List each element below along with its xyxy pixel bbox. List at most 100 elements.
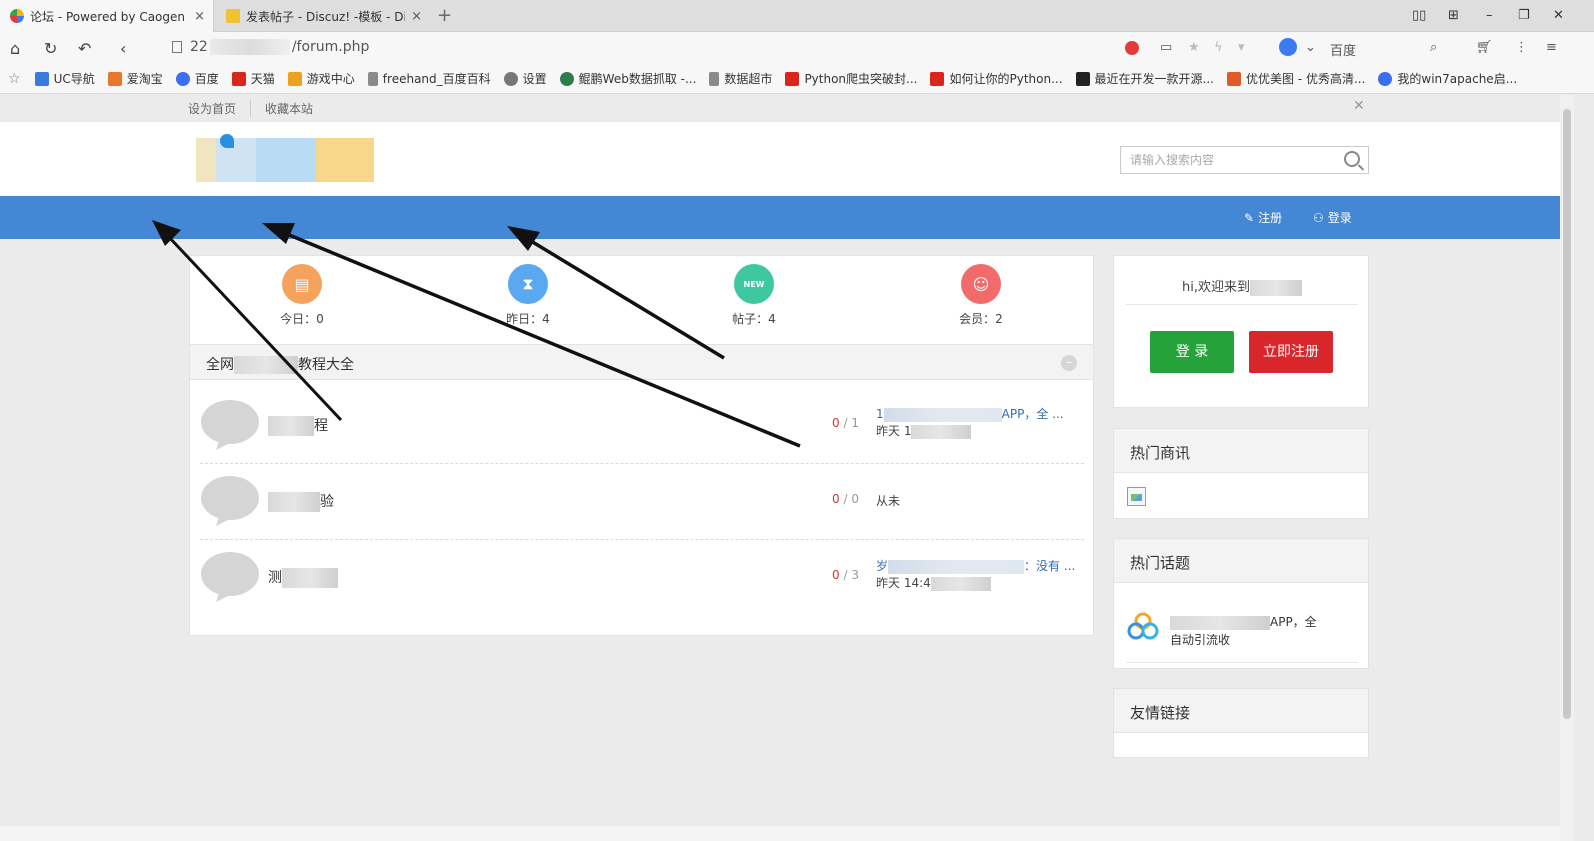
tab-title: 论坛 - Powered by Caogen <box>30 9 186 24</box>
minimize-icon[interactable]: – <box>1486 8 1493 23</box>
bookmark-item[interactable]: 百度 <box>175 70 219 87</box>
new-tab-button[interactable]: + <box>437 5 452 26</box>
star-icon[interactable]: ★ <box>1188 40 1200 55</box>
forum-name[interactable]: 程 <box>268 415 328 436</box>
window-sidebar-icon[interactable]: ▯▯ <box>1412 8 1426 23</box>
bookmark-item[interactable]: 优优美图 - 优秀高清... <box>1226 70 1365 87</box>
back-icon[interactable]: ‹ <box>120 39 126 58</box>
bookmark-item[interactable]: 我的win7apache启... <box>1378 70 1517 87</box>
register-button[interactable]: 立即注册 <box>1249 331 1333 373</box>
bookmark-item[interactable]: freehand_百度百科 <box>367 70 491 87</box>
last-post-link[interactable]: 1 APP，全 ... <box>876 406 1076 423</box>
top-links-bar: 设为首页 收藏本站 ✕ <box>0 95 1560 122</box>
login-link[interactable]: ⚇ 登录 <box>1313 209 1352 226</box>
kunpeng-icon <box>559 71 574 86</box>
refresh-icon[interactable]: ↻ <box>44 39 57 58</box>
login-button[interactable]: 登 录 <box>1150 331 1234 373</box>
gear-icon <box>503 71 518 86</box>
search-engine-label[interactable]: 百度 <box>1330 40 1356 59</box>
forum-row[interactable]: 测 0 / 3 岁：没有 ... 昨天 14:4 <box>200 540 1084 616</box>
chevron-down-icon[interactable]: ⌄ <box>1305 40 1316 55</box>
redacted-text <box>282 568 338 588</box>
tab-forum[interactable]: 论坛 - Powered by Caogen × <box>0 0 214 32</box>
stat-yesterday: ⧗ 昨日：4 <box>468 264 588 327</box>
bookmark-item[interactable]: 天猫 <box>231 70 275 87</box>
taobao-icon <box>107 71 122 86</box>
last-post-link[interactable]: 岁：没有 ... <box>876 558 1076 575</box>
collapse-icon[interactable]: – <box>1061 355 1077 371</box>
close-icon[interactable]: × <box>411 9 422 24</box>
undo-icon[interactable]: ↶ <box>78 39 91 58</box>
bookmark-item[interactable]: 如何让你的Python... <box>930 70 1063 87</box>
baidu-icon <box>1378 71 1393 86</box>
fullscreen-icon[interactable]: ✕ <box>1353 98 1365 114</box>
forum-count: 0 / 0 <box>832 492 859 506</box>
login-panel: hi,欢迎来到 登 录 立即注册 <box>1113 255 1369 408</box>
forum-favicon-icon <box>10 9 24 23</box>
more-icon[interactable]: ⋮ <box>1515 40 1528 55</box>
welcome-text: hi,欢迎来到 <box>1114 276 1370 296</box>
bookmark-item[interactable]: 设置 <box>503 70 547 87</box>
adblock-icon[interactable] <box>1125 41 1139 59</box>
site-header <box>0 122 1560 196</box>
hot-topic-item[interactable]: APP，全 自动引流收 <box>1126 603 1358 663</box>
forum-name[interactable]: 测 <box>268 567 338 588</box>
forum-section-header[interactable]: 全网 教程大全 – <box>190 344 1093 380</box>
register-link[interactable]: ✎ 注册 <box>1244 209 1282 226</box>
chat-bubble-icon <box>201 476 259 526</box>
bookmark-item[interactable]: 鲲鹏Web数据抓取 -... <box>559 70 696 87</box>
main-nav-bar: ✎ 注册 ⚇ 登录 <box>0 196 1560 239</box>
site-logo[interactable] <box>196 134 376 186</box>
bookmark-item[interactable]: 最近在开发一款开源... <box>1075 70 1214 87</box>
bookmark-star-icon[interactable]: ☆ <box>8 71 21 87</box>
cart-icon[interactable]: 🛒︎ <box>1476 40 1493 55</box>
bookmark-item[interactable]: Python爬虫突破封... <box>785 70 917 87</box>
forum-row[interactable]: 程 0 / 1 1 APP，全 ... 昨天 1 <box>200 388 1084 464</box>
friend-links-panel: 友情链接 <box>1113 688 1369 758</box>
hourglass-icon: ⧗ <box>508 264 548 304</box>
search-input[interactable] <box>1121 147 1331 173</box>
broken-image-icon[interactable] <box>1127 487 1146 506</box>
last-post-time: 昨天 1 <box>876 424 912 438</box>
redacted-text <box>1249 279 1302 296</box>
close-icon[interactable]: × <box>194 9 205 24</box>
uc-icon <box>34 71 49 86</box>
restore-icon[interactable]: ❐ <box>1518 8 1530 23</box>
dropdown-icon[interactable]: ▾ <box>1238 40 1245 55</box>
home-icon[interactable]: ⌂ <box>10 39 20 58</box>
bookmark-site-link[interactable]: 收藏本站 <box>251 100 327 117</box>
calendar-new-icon: NEW <box>734 264 774 304</box>
section-title: 全网 教程大全 <box>206 356 354 374</box>
shirt-skin-icon[interactable]: ⊞ <box>1448 8 1459 23</box>
scrollbar[interactable] <box>1560 95 1574 841</box>
forum-last-post: 1 APP，全 ... 昨天 1 <box>876 406 1076 440</box>
close-window-icon[interactable]: ✕ <box>1553 8 1564 23</box>
lightning-icon[interactable]: ϟ <box>1214 40 1223 55</box>
forum-row[interactable]: 验 0 / 0 从未 <box>200 464 1084 540</box>
bookmark-item[interactable]: 游戏中心 <box>287 70 355 87</box>
url-field[interactable]: 22 /forum.php <box>172 39 369 55</box>
forum-name[interactable]: 验 <box>268 491 334 512</box>
csdn-icon <box>930 71 945 86</box>
search-icon[interactable]: ⌕ <box>1430 40 1437 55</box>
scrollbar-thumb[interactable] <box>1563 109 1571 719</box>
search-icon[interactable] <box>1344 151 1360 167</box>
reader-icon[interactable]: ▭ <box>1160 40 1172 55</box>
forum-last-post: 岁：没有 ... 昨天 14:4 <box>876 558 1076 592</box>
redacted-text <box>268 492 320 512</box>
bookmark-item[interactable]: 爱淘宝 <box>107 70 163 87</box>
baidu-paw-icon[interactable] <box>1279 38 1297 60</box>
friend-links-title: 友情链接 <box>1114 689 1368 733</box>
bookmark-item[interactable]: UC导航 <box>34 70 95 87</box>
app-logo-icon <box>1127 612 1159 640</box>
user-icon: ☺ <box>961 264 1001 304</box>
redacted-text <box>234 356 298 374</box>
youyou-icon <box>1226 71 1241 86</box>
bookmark-item[interactable]: 数据超市 <box>709 70 772 87</box>
menu-icon[interactable]: ≡ <box>1546 40 1557 55</box>
game-icon <box>287 71 302 86</box>
tab-post[interactable]: 发表帖子 - Discuz! -模板 - Di × <box>216 0 430 32</box>
forum-last-post: 从未 <box>876 493 1076 510</box>
forum-count: 0 / 3 <box>832 568 859 582</box>
set-homepage-link[interactable]: 设为首页 <box>188 100 252 117</box>
